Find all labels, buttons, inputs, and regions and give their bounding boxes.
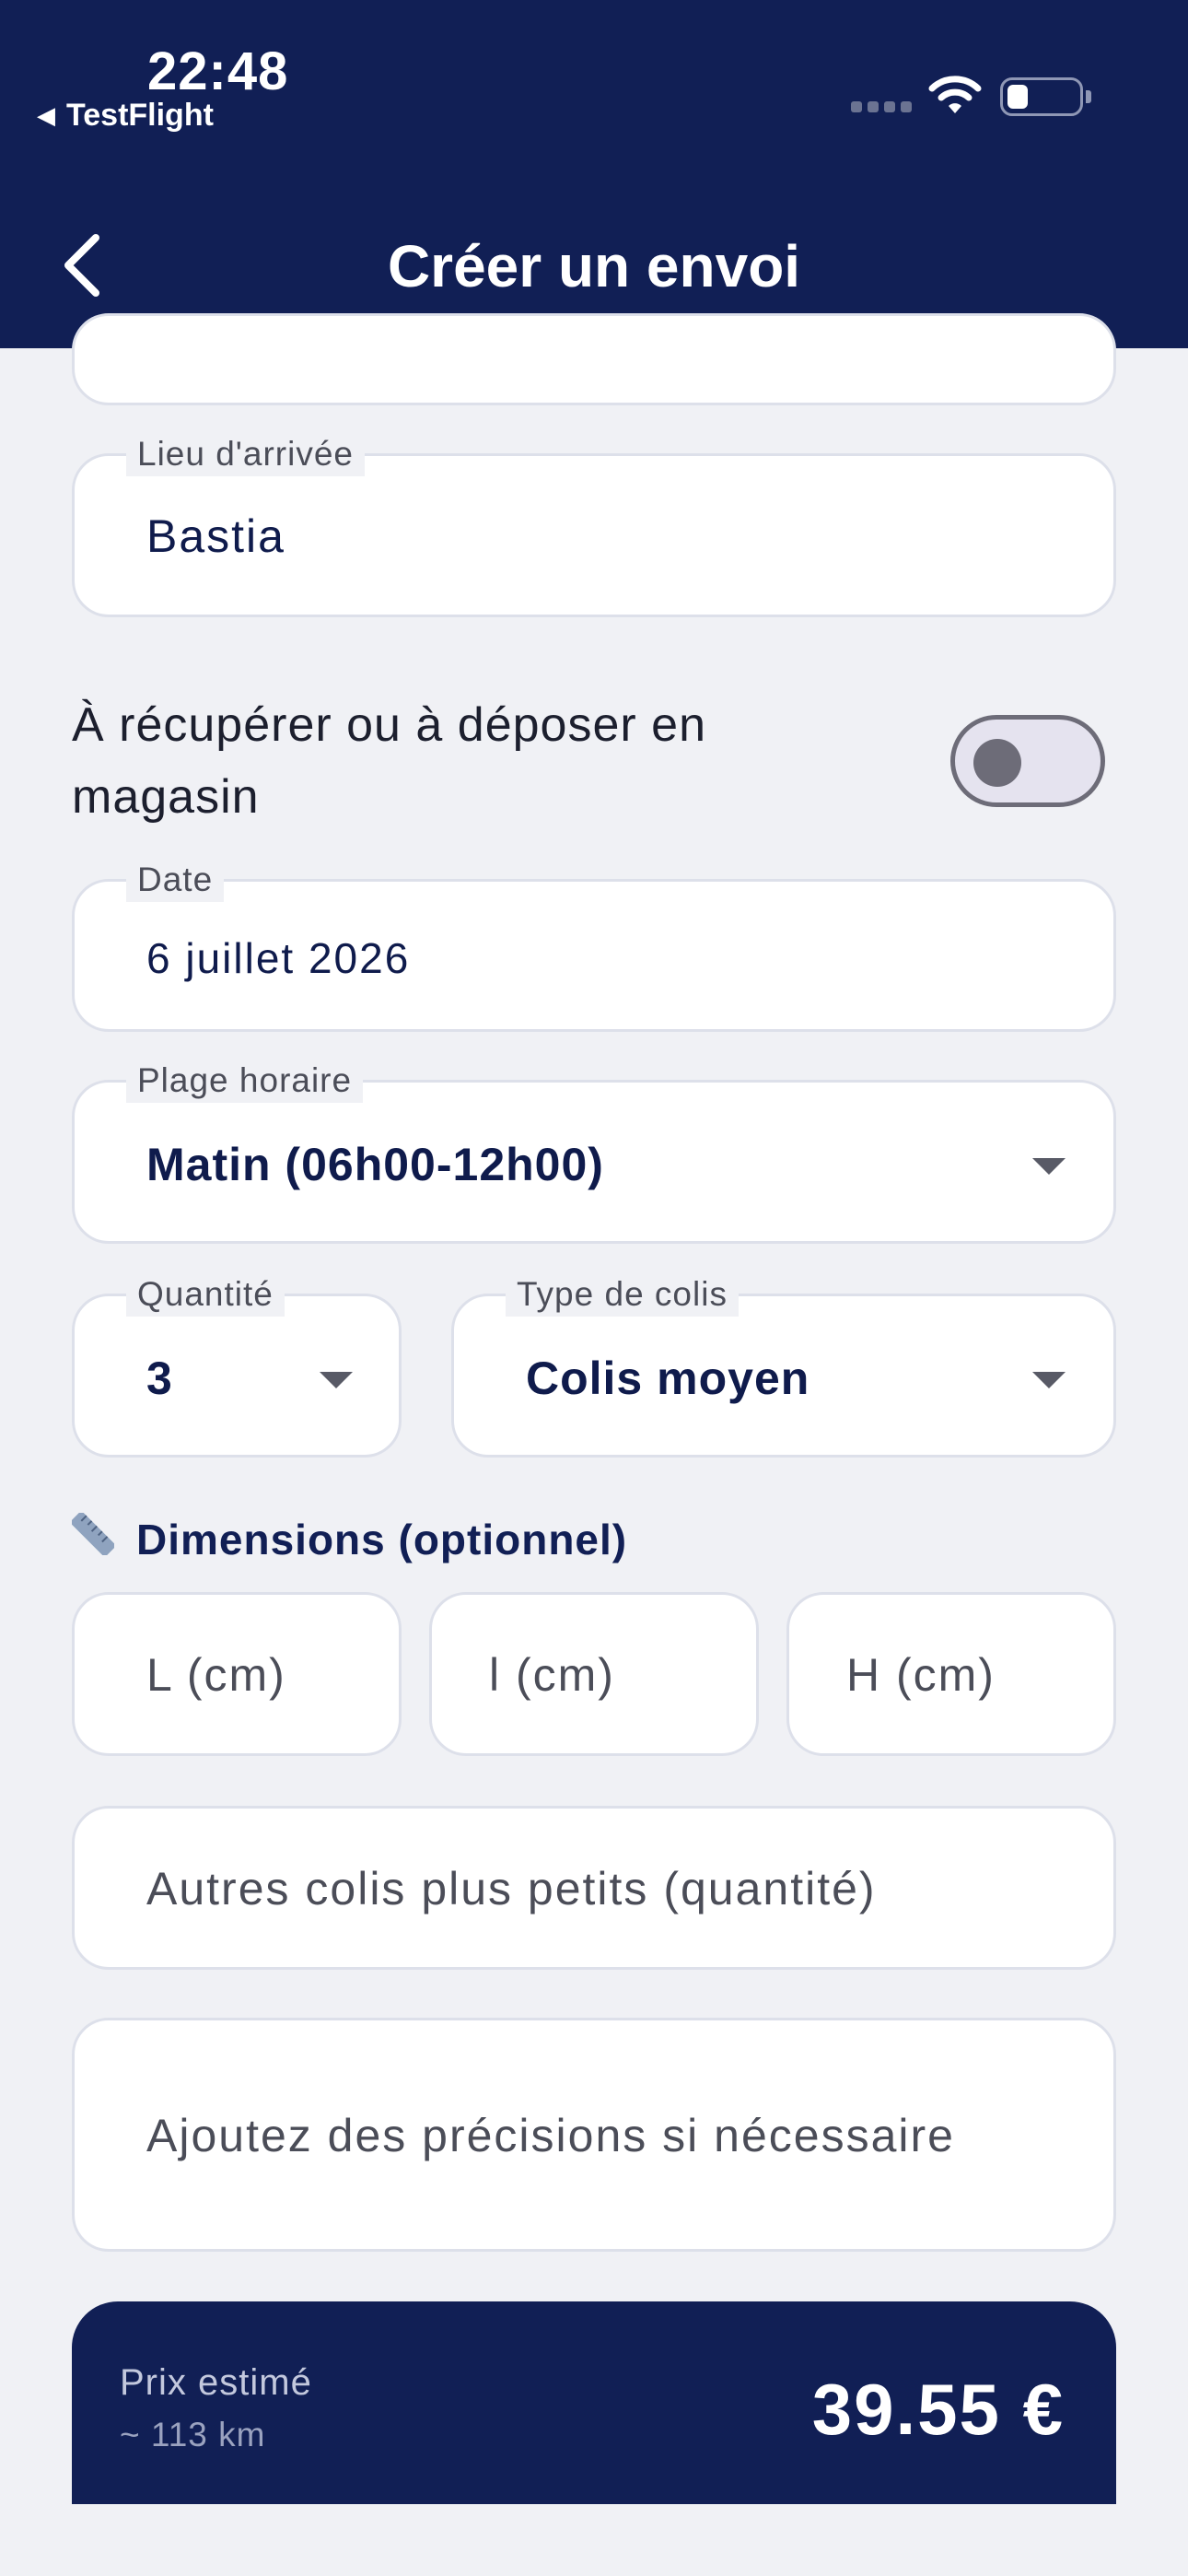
time-slot-label: Plage horaire xyxy=(126,1059,364,1103)
wifi-icon xyxy=(928,76,982,121)
parcel-type-label: Type de colis xyxy=(506,1272,739,1317)
chevron-down-icon xyxy=(1032,1372,1066,1388)
length-input[interactable]: L (cm) xyxy=(72,1592,402,1756)
length-placeholder: L (cm) xyxy=(146,1649,286,1701)
toggle-knob xyxy=(973,739,1021,787)
quantity-label: Quantité xyxy=(126,1272,285,1317)
app-header: 22:48 ◀ TestFlight Créer un envoi xyxy=(0,0,1188,348)
chevron-down-icon xyxy=(320,1372,353,1388)
height-placeholder: H (cm) xyxy=(846,1649,996,1701)
dimensions-title: Dimensions (optionnel) xyxy=(136,1515,628,1563)
price-value: 39.55 € xyxy=(811,2369,1065,2450)
other-parcels-input[interactable]: Autres colis plus petits (quantité) xyxy=(72,1806,1116,1970)
notes-placeholder: Ajoutez des précisions si nécessaire xyxy=(146,2110,955,2161)
arrival-value: Bastia xyxy=(146,510,285,562)
price-distance: ~ 113 km xyxy=(120,2416,266,2453)
chevron-down-icon xyxy=(1032,1158,1066,1175)
date-label: Date xyxy=(126,858,225,902)
quantity-select[interactable]: Quantité 3 xyxy=(72,1272,402,1458)
back-triangle-icon: ◀ xyxy=(37,101,55,129)
time-slot-select[interactable]: Plage horaire Matin (06h00-12h00) xyxy=(72,1059,1116,1244)
parcel-type-select[interactable]: Type de colis Colis moyen xyxy=(451,1272,1116,1458)
date-value: 6 juillet 2026 xyxy=(146,934,411,982)
cellular-signal-icon xyxy=(851,101,912,112)
other-parcels-placeholder: Autres colis plus petits (quantité) xyxy=(146,1863,877,1914)
dimensions-heading: Dimensions (optionnel) xyxy=(70,1511,628,1565)
arrival-field[interactable]: Lieu d'arrivée Bastia xyxy=(72,432,1116,617)
pickup-toggle-label: À récupérer ou à déposer en magasin xyxy=(72,698,706,824)
back-to-app-link[interactable]: ◀ TestFlight xyxy=(37,98,214,134)
page-title: Créer un envoi xyxy=(387,233,801,299)
ruler-icon xyxy=(70,1511,116,1565)
back-app-label: TestFlight xyxy=(66,98,214,133)
parcel-type-value: Colis moyen xyxy=(526,1352,810,1404)
price-summary-card: Prix estimé ~ 113 km 39.55 € xyxy=(72,2301,1116,2504)
notes-textarea[interactable]: Ajoutez des précisions si nécessaire xyxy=(72,2018,1116,2252)
price-label: Prix estimé xyxy=(120,2362,312,2403)
width-placeholder: l (cm) xyxy=(489,1649,615,1701)
status-time: 22:48 xyxy=(147,41,289,101)
battery-icon xyxy=(1000,77,1091,116)
time-slot-value: Matin (06h00-12h00) xyxy=(146,1139,604,1190)
quantity-value: 3 xyxy=(146,1352,173,1404)
height-input[interactable]: H (cm) xyxy=(786,1592,1116,1756)
date-field[interactable]: Date 6 juillet 2026 xyxy=(72,858,1116,1032)
pickup-toggle[interactable] xyxy=(950,715,1105,807)
arrival-label: Lieu d'arrivée xyxy=(126,432,365,476)
width-input[interactable]: l (cm) xyxy=(429,1592,759,1756)
departure-field[interactable] xyxy=(72,313,1116,405)
